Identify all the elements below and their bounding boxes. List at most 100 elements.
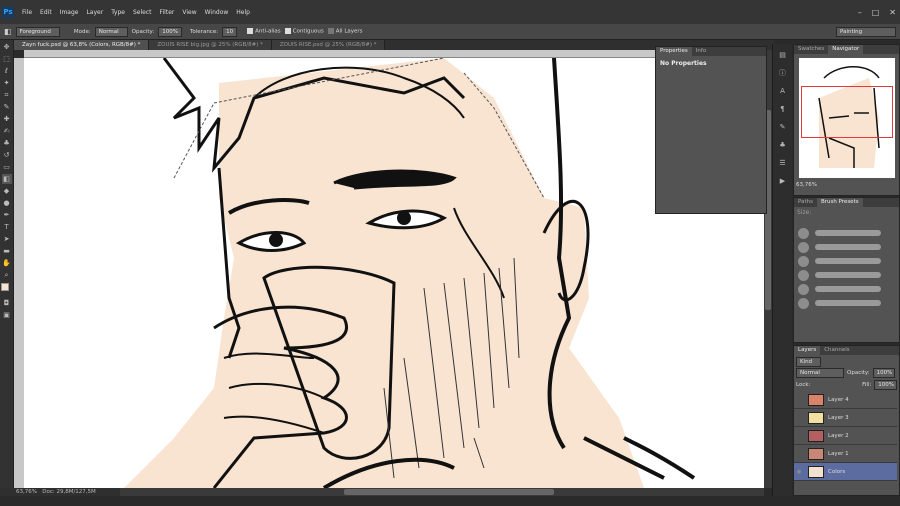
color-swatches[interactable]	[1, 283, 13, 295]
layer-row-colors[interactable]: ● Colors	[794, 463, 897, 481]
tab-paths[interactable]: Paths	[794, 198, 817, 207]
contiguous-checkbox[interactable]: Contiguous	[284, 28, 324, 35]
history-brush-icon[interactable]: ↺	[2, 150, 12, 160]
eyedropper-icon[interactable]: ✎	[2, 102, 12, 112]
pen-tool-icon[interactable]: ✒	[2, 210, 12, 220]
brush-tool-icon[interactable]: ✍	[2, 126, 12, 136]
stamp-tool-icon[interactable]: ♣	[2, 138, 12, 148]
tab-channels[interactable]: Channels	[820, 346, 853, 355]
menu-bar: Ps File Edit Image Layer Type Select Fil…	[0, 0, 900, 24]
layer-row-layer-3[interactable]: Layer 3	[794, 409, 897, 427]
tab-zayn-fuck[interactable]: Zayn fuck.psd @ 63,8% (Colors, RGB/8#) *	[14, 40, 150, 50]
foreground-color-icon[interactable]	[1, 283, 9, 291]
lasso-tool-icon[interactable]: ℓ	[2, 66, 12, 76]
layer-row-layer-1[interactable]: Layer 1	[794, 445, 897, 463]
menu-select[interactable]: Select	[129, 9, 156, 16]
zoom-tool-icon[interactable]: ⌕	[2, 270, 12, 280]
tab-zouis-rise-big[interactable]: ZOUIS RISE big.jpg @ 25% (RGB/8#) *	[149, 40, 272, 50]
tab-navigator[interactable]: Navigator	[828, 45, 864, 54]
brush-preset-item[interactable]	[794, 240, 899, 254]
tab-swatches[interactable]: Swatches	[794, 45, 828, 54]
lineart-drawing	[124, 58, 696, 488]
menu-type[interactable]: Type	[107, 9, 129, 16]
marquee-tool-icon[interactable]: ⬚	[2, 54, 12, 64]
tab-properties[interactable]: Properties	[656, 47, 692, 56]
menu-filter[interactable]: Filter	[156, 9, 179, 16]
brush-preset-item[interactable]	[794, 296, 899, 310]
tab-brush-presets[interactable]: Brush Presets	[816, 198, 863, 207]
clone-source-icon[interactable]: ♣	[778, 140, 788, 150]
brush-preset-item[interactable]	[794, 226, 899, 240]
options-bar: ◧ Foreground Mode: Normal Opacity: 100% …	[0, 24, 900, 40]
path-select-icon[interactable]: ➤	[2, 234, 12, 244]
blur-tool-icon[interactable]: ◆	[2, 186, 12, 196]
opacity-label: Opacity:	[847, 370, 870, 376]
layer-row-layer-4[interactable]: Layer 4	[794, 391, 897, 409]
properties-panel: Properties Info No Properties	[655, 46, 767, 214]
menu-layer[interactable]: Layer	[82, 9, 107, 16]
mode-select[interactable]: Normal	[94, 26, 128, 37]
paint-bucket-icon[interactable]: ◧	[4, 27, 12, 36]
menu-image[interactable]: Image	[56, 9, 83, 16]
maximize-icon[interactable]: □	[872, 8, 880, 17]
menu-file[interactable]: File	[18, 9, 36, 16]
artwork-canvas[interactable]	[24, 58, 764, 488]
minimize-icon[interactable]: –	[858, 8, 862, 17]
dodge-tool-icon[interactable]: ●	[2, 198, 12, 208]
magic-wand-icon[interactable]: ✦	[2, 78, 12, 88]
antialias-checkbox[interactable]: Anti-alias	[247, 28, 281, 35]
type-tool-icon[interactable]: T	[2, 222, 12, 232]
menu-edit[interactable]: Edit	[36, 9, 56, 16]
brush-panel-icon[interactable]: ✎	[778, 122, 788, 132]
doc-size: Doc: 29,8M/127,5M	[42, 489, 96, 495]
fill-source-select[interactable]: Foreground	[15, 26, 60, 37]
eraser-icon[interactable]: ▭	[2, 162, 12, 172]
tab-layers[interactable]: Layers	[794, 346, 821, 355]
layers-tabs: Layers Channels	[794, 346, 899, 355]
paint-bucket-tool-icon[interactable]: ◧	[1, 174, 12, 184]
contiguous-label: Contiguous	[292, 28, 324, 35]
crop-tool-icon[interactable]: ⌗	[2, 90, 12, 100]
menu-help[interactable]: Help	[232, 9, 254, 16]
kind-filter-select[interactable]: Kind	[796, 357, 822, 367]
layer-name: Layer 3	[828, 414, 849, 421]
brush-preset-item[interactable]	[794, 282, 899, 296]
quick-mask-icon[interactable]: ◘	[2, 298, 12, 308]
brush-list[interactable]	[794, 226, 899, 310]
move-tool-icon[interactable]: ✥	[2, 42, 12, 52]
horizontal-scrollbar[interactable]	[24, 488, 764, 496]
menu-view[interactable]: View	[178, 9, 200, 16]
opacity-input[interactable]: 100%	[158, 26, 182, 37]
close-icon[interactable]: ✕	[889, 8, 896, 17]
fill-input[interactable]: 100%	[874, 380, 897, 390]
layer-row-layer-2[interactable]: Layer 2	[794, 427, 897, 445]
navigator-thumbnail[interactable]	[799, 58, 895, 178]
tolerance-input[interactable]: 10	[222, 26, 238, 37]
all-layers-checkbox[interactable]: All Layers	[327, 28, 363, 35]
character-icon[interactable]: A	[778, 86, 788, 96]
status-bar: 63,76% Doc: 29,8M/127,5M	[0, 488, 120, 496]
photoshop-logo-icon: Ps	[2, 6, 14, 18]
layer-opacity-input[interactable]: 100%	[872, 368, 896, 378]
navigator-view-box[interactable]	[801, 86, 893, 138]
screen-mode-icon[interactable]: ▣	[2, 310, 12, 320]
eye-icon[interactable]: ●	[794, 469, 804, 475]
scroll-thumb[interactable]	[344, 489, 554, 495]
healing-brush-icon[interactable]: ✚	[2, 114, 12, 124]
layers-list: Layer 4 Layer 3 Layer 2 Layer 1 ● Colors	[794, 391, 899, 483]
hand-tool-icon[interactable]: ✋	[2, 258, 12, 268]
brush-preset-item[interactable]	[794, 254, 899, 268]
info-icon[interactable]: ⓘ	[778, 68, 788, 78]
paragraph-icon[interactable]: ¶	[778, 104, 788, 114]
history-icon[interactable]: ▤	[778, 50, 788, 60]
actions-icon[interactable]: ▶	[778, 176, 788, 186]
menu-window[interactable]: Window	[201, 9, 233, 16]
brush-preset-item[interactable]	[794, 268, 899, 282]
navigator-zoom[interactable]: 63,76%	[794, 182, 899, 188]
shape-tool-icon[interactable]: ▬	[2, 246, 12, 256]
tab-info[interactable]: Info	[692, 47, 710, 56]
workspace-select[interactable]: Painting	[836, 26, 896, 37]
tab-zouis-rise[interactable]: ZOUIS RISE.psd @ 25% (RGB/8#) *	[271, 40, 386, 50]
blend-mode-select[interactable]: Normal	[796, 368, 844, 378]
adjust-icon[interactable]: ☰	[778, 158, 788, 168]
